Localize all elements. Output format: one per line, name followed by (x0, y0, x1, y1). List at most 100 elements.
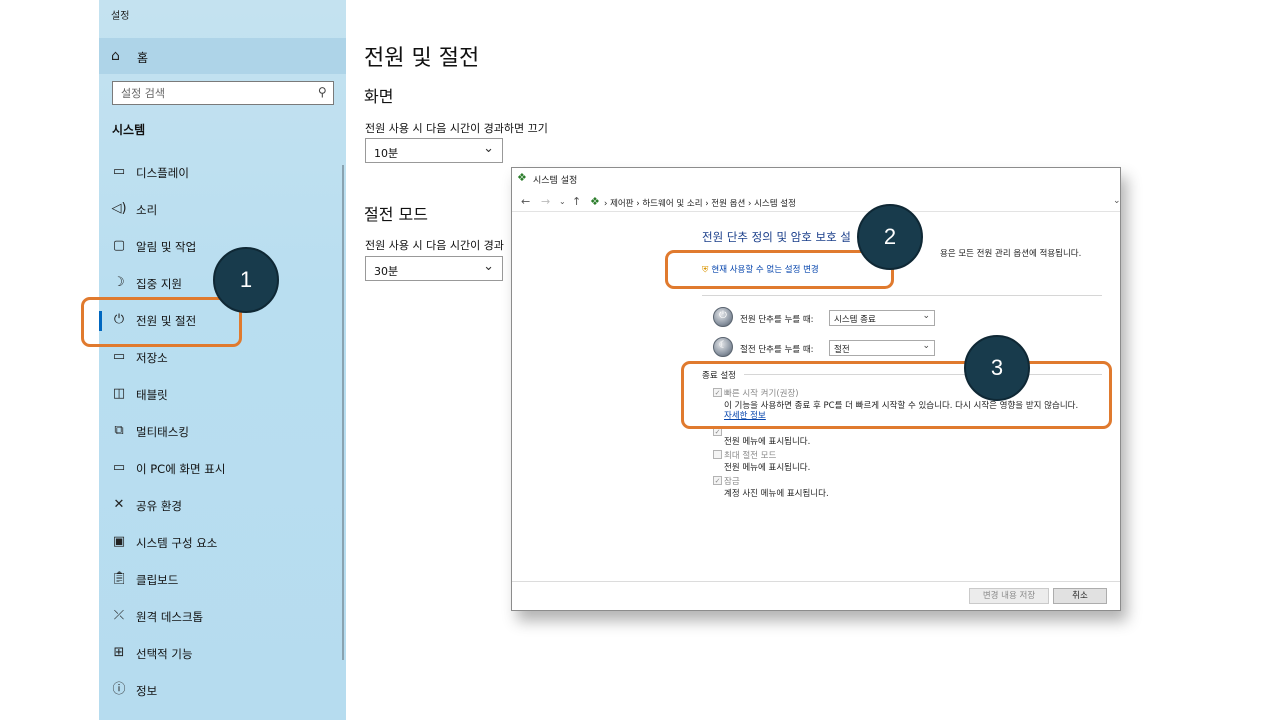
search-box[interactable]: ⚲ (112, 81, 334, 105)
sidebar-item-optional-features[interactable]: ⊞ 선택적 기능 (99, 637, 346, 671)
divider (512, 581, 1120, 582)
step-badge-1: 1 (213, 247, 279, 313)
screen-section-title: 화면 (364, 87, 394, 106)
projecting-icon: ▭ (112, 460, 126, 475)
sound-icon: ◁) (111, 201, 127, 216)
section-heading: 시스템 (112, 123, 146, 137)
sidebar-item-label: 시스템 구성 요소 (136, 536, 218, 550)
power-button-label: 전원 단추를 누를 때: (740, 315, 814, 325)
lock-label: 잠금 (724, 477, 740, 487)
screen-timeout-dropdown[interactable]: 10분 ⌄ (365, 138, 503, 163)
highlight-power-sleep (81, 297, 242, 347)
page-title: 전원 및 절전 (364, 46, 480, 71)
highlight-fast-startup (681, 361, 1112, 429)
sidebar-item-label: 디스플레이 (136, 166, 189, 180)
sleep-description: 전원 메뉴에 표시됩니다. (724, 437, 811, 447)
breadcrumb[interactable]: › 제어판 › 하드웨어 및 소리 › 전원 옵션 › 시스템 설정 (604, 197, 796, 209)
window-title: 설정 (111, 11, 130, 22)
sidebar-item-info[interactable]: ⓘ 정보 (99, 674, 346, 708)
system-components-icon: ▣ (112, 534, 126, 549)
hibernate-description: 전원 메뉴에 표시됩니다. (724, 463, 811, 473)
notifications-icon: ▢ (112, 238, 126, 253)
chevron-down-icon: ⌄ (483, 259, 494, 274)
sidebar-item-label: 알림 및 작업 (136, 240, 197, 254)
power-button-dropdown[interactable]: 시스템 종료 ⌄ (829, 310, 935, 326)
sidebar-item-label: 이 PC에 화면 표시 (136, 462, 226, 476)
sleep-timeout-label: 전원 사용 시 다음 시간이 경과 (365, 239, 504, 252)
save-changes-button[interactable]: 변경 내용 저장 (969, 588, 1049, 604)
sidebar-item-shared-experiences[interactable]: ✕ 공유 환경 (99, 489, 346, 523)
back-arrow-icon[interactable]: ← (521, 195, 530, 208)
sidebar-item-projecting[interactable]: ▭ 이 PC에 화면 표시 (99, 452, 346, 486)
multitasking-icon: ⧉ (114, 423, 124, 438)
step-badge-3: 3 (964, 335, 1030, 401)
chevron-down-icon[interactable]: ⌄ (559, 197, 566, 206)
up-arrow-icon[interactable]: ↑ (572, 195, 581, 208)
sidebar-item-system-components[interactable]: ▣ 시스템 구성 요소 (99, 526, 346, 560)
sleep-button-label: 절전 단추를 누를 때: (740, 345, 814, 355)
info-icon: ⓘ (112, 682, 126, 697)
dialog-description: 용은 모든 전원 관리 옵션에 적용됩니다. (940, 249, 1082, 259)
lock-checkbox[interactable]: ✓ (713, 476, 722, 485)
chevron-down-icon: ⌄ (922, 341, 930, 351)
step-badge-2: 2 (857, 204, 923, 270)
sidebar-item-sound[interactable]: ◁) 소리 (99, 193, 346, 227)
home-button[interactable]: ⌂ 홈 (99, 38, 346, 74)
sidebar-item-label: 정보 (136, 684, 158, 698)
shared-experiences-icon: ✕ (113, 497, 125, 512)
forward-arrow-icon[interactable]: → (541, 195, 550, 208)
sidebar-item-tablet[interactable]: ◫ 태블릿 (99, 378, 346, 412)
home-label: 홈 (137, 51, 149, 65)
sleep-timeout-dropdown[interactable]: 30분 ⌄ (365, 256, 503, 281)
power-button-value: 시스템 종료 (834, 315, 876, 325)
chevron-down-icon: ⌄ (483, 141, 494, 156)
focus-assist-icon: ☽ (113, 275, 125, 290)
divider (702, 295, 1102, 296)
control-panel-icon: ❖ (517, 171, 527, 184)
sidebar-scrollbar[interactable] (342, 165, 344, 660)
address-bar: ← → ⌄ ↑ ❖ › 제어판 › 하드웨어 및 소리 › 전원 옵션 › 시스… (512, 192, 1120, 212)
remote-desktop-icon: ⤫ (113, 608, 125, 623)
sleep-timeout-value: 30분 (374, 265, 399, 278)
screen-timeout-label: 전원 사용 시 다음 시간이 경과하면 끄기 (365, 122, 548, 135)
dialog-title: 시스템 설정 (533, 176, 578, 186)
display-icon: ▭ (112, 164, 126, 179)
chevron-down-icon[interactable]: ⌄ (1113, 196, 1120, 206)
optional-features-icon: ⊞ (113, 645, 125, 660)
sidebar-item-label: 원격 데스크톱 (136, 610, 204, 624)
search-input[interactable] (113, 82, 309, 104)
screen-timeout-value: 10분 (374, 147, 399, 160)
sidebar-item-label: 선택적 기능 (136, 647, 193, 661)
sidebar-item-multitasking[interactable]: ⧉ 멀티태스킹 (99, 415, 346, 449)
sidebar-item-label: 집중 지원 (136, 277, 182, 291)
sidebar: 설정 ⌂ 홈 ⚲ 시스템 ▭ 디스플레이 ◁) 소리 ▢ 알림 및 작업 ☽ 집… (99, 0, 346, 720)
sidebar-item-remote-desktop[interactable]: ⤫ 원격 데스크톱 (99, 600, 346, 634)
chevron-down-icon: ⌄ (922, 311, 930, 321)
sleep-button-value: 절전 (834, 345, 850, 355)
hibernate-checkbox[interactable] (713, 450, 722, 459)
sidebar-item-label: 공유 환경 (136, 499, 182, 513)
highlight-change-settings (665, 250, 894, 289)
hibernate-label: 최대 절전 모드 (724, 451, 777, 461)
clipboard-icon: 📋︎ (111, 571, 128, 586)
home-icon: ⌂ (111, 48, 120, 64)
sleep-button-icon: ☾ (713, 337, 733, 357)
control-panel-icon: ❖ (590, 195, 600, 208)
search-icon[interactable]: ⚲ (318, 85, 327, 99)
sidebar-item-display[interactable]: ▭ 디스플레이 (99, 156, 346, 190)
sidebar-item-label: 태블릿 (136, 388, 168, 402)
cancel-button[interactable]: 취소 (1053, 588, 1107, 604)
lock-description: 계정 사진 메뉴에 표시됩니다. (724, 489, 829, 499)
storage-icon: ▭ (112, 349, 126, 364)
sidebar-item-label: 클립보드 (136, 573, 179, 587)
sleep-button-dropdown[interactable]: 절전 ⌄ (829, 340, 935, 356)
sidebar-item-clipboard[interactable]: 📋︎ 클립보드 (99, 563, 346, 597)
tablet-icon: ◫ (112, 386, 126, 401)
sidebar-item-label: 멀티태스킹 (136, 425, 189, 439)
sidebar-item-label: 저장소 (136, 351, 168, 365)
power-button-icon: ⏻ (713, 307, 733, 327)
sidebar-item-label: 소리 (136, 203, 158, 217)
dialog-heading: 전원 단추 정의 및 암호 보호 설 (702, 230, 851, 244)
dialog-titlebar: ❖ 시스템 설정 (512, 168, 1120, 190)
sleep-section-title: 절전 모드 (364, 205, 428, 224)
